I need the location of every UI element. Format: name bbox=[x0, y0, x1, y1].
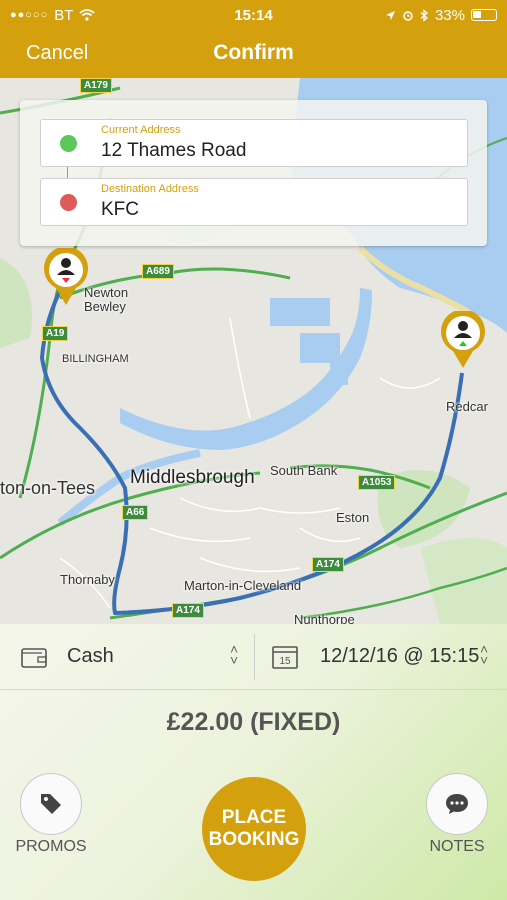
road-badge-a689: A689 bbox=[142, 264, 174, 279]
place-label-thornaby: Thornaby bbox=[60, 572, 115, 587]
payment-chevron-icon: ˄ ˅ bbox=[230, 641, 239, 668]
fare-price: £22.00 (FIXED) bbox=[166, 708, 341, 736]
place-label-marton: Marton-in-Cleveland bbox=[184, 578, 302, 593]
promos-button[interactable] bbox=[20, 773, 82, 835]
battery-icon bbox=[471, 9, 497, 21]
calendar-day-text: 15 bbox=[279, 656, 291, 667]
current-address-value: 12 Thames Road bbox=[101, 140, 247, 161]
notes-button[interactable] bbox=[426, 773, 488, 835]
current-address-dot bbox=[60, 135, 77, 152]
datetime-chevron-icon: ˄ ˅ bbox=[480, 641, 489, 668]
status-bar: ●●○○○ BT 15:14 33% bbox=[0, 0, 507, 30]
speech-bubble-icon bbox=[446, 794, 468, 814]
route-map[interactable]: Newton Bewley BILLINGHAM Middlesbrough S… bbox=[0, 78, 507, 624]
dock-1 bbox=[270, 298, 330, 326]
status-left: ●●○○○ BT bbox=[10, 7, 95, 24]
wifi-icon bbox=[79, 9, 95, 21]
carrier-name: BT bbox=[54, 6, 74, 24]
address-panel: Current Address 12 Thames Road Destinati… bbox=[20, 100, 487, 246]
payment-selector[interactable]: Cash ˄ ˅ bbox=[0, 624, 254, 690]
notes-label: NOTES bbox=[429, 838, 485, 855]
navigation-bar: Cancel Confirm bbox=[0, 30, 507, 78]
destination-address-label: Destination Address bbox=[101, 183, 199, 195]
road-badge-a1053: A1053 bbox=[358, 475, 396, 490]
destination-address-field[interactable]: Destination Address KFC bbox=[40, 178, 468, 226]
pickup-pin-icon[interactable] bbox=[43, 248, 89, 306]
booking-panel: Cash ˄ ˅ 15 12/12/16 @ 15:15 ˄ ˅ £22.00 (F… bbox=[0, 624, 507, 900]
place-label-middlesbrough: Middlesbrough bbox=[130, 467, 255, 488]
booking-options-row: Cash ˄ ˅ 15 12/12/16 @ 15:15 ˄ ˅ bbox=[0, 624, 507, 690]
status-right: 33% bbox=[385, 7, 497, 24]
datetime-selector[interactable]: 15 12/12/16 @ 15:15 ˄ ˅ bbox=[255, 624, 507, 690]
page-title: Confirm bbox=[213, 41, 294, 64]
wallet-icon bbox=[21, 648, 47, 668]
place-booking-button[interactable]: PLACE BOOKING bbox=[202, 777, 306, 881]
place-label-redcar: Redcar bbox=[446, 399, 488, 414]
dock-3 bbox=[330, 363, 348, 385]
tag-icon bbox=[41, 794, 61, 814]
bluetooth-icon bbox=[420, 8, 428, 22]
park-1 bbox=[0, 258, 32, 348]
route-line bbox=[40, 282, 464, 615]
signal-strength: ●●○○○ bbox=[10, 9, 49, 21]
datetime-value: 12/12/16 @ 15:15 bbox=[320, 645, 480, 667]
road-badge-a179: A179 bbox=[80, 78, 112, 93]
destination-address-value: KFC bbox=[101, 199, 139, 220]
current-address-field[interactable]: Current Address 12 Thames Road bbox=[40, 119, 468, 167]
dock-2 bbox=[300, 333, 340, 363]
calendar-icon: 15 bbox=[272, 646, 298, 669]
road-badge-a19: A19 bbox=[42, 326, 69, 341]
place-label-newton-bewley: Newton Bewley bbox=[84, 285, 129, 314]
dropoff-pin-icon[interactable] bbox=[440, 311, 486, 369]
alarm-icon bbox=[403, 11, 413, 21]
place-label-eston: Eston bbox=[336, 510, 370, 525]
payment-method-value: Cash bbox=[67, 645, 114, 667]
road-badge-a174-west: A174 bbox=[172, 603, 204, 618]
destination-address-dot bbox=[60, 194, 77, 211]
place-label-nunthorpe: Nunthorpe bbox=[294, 612, 355, 624]
place-label-stockton: ton-on-Tees bbox=[0, 478, 96, 498]
place-label-billingham: BILLINGHAM bbox=[62, 353, 129, 365]
location-arrow-icon bbox=[385, 10, 395, 20]
promos-label: PROMOS bbox=[15, 838, 87, 855]
place-label-south-bank: South Bank bbox=[270, 463, 338, 478]
current-address-label: Current Address bbox=[101, 124, 181, 136]
battery-percent: 33% bbox=[434, 6, 465, 24]
road-badge-a66: A66 bbox=[122, 505, 149, 520]
road-badge-a174-east: A174 bbox=[312, 557, 344, 572]
